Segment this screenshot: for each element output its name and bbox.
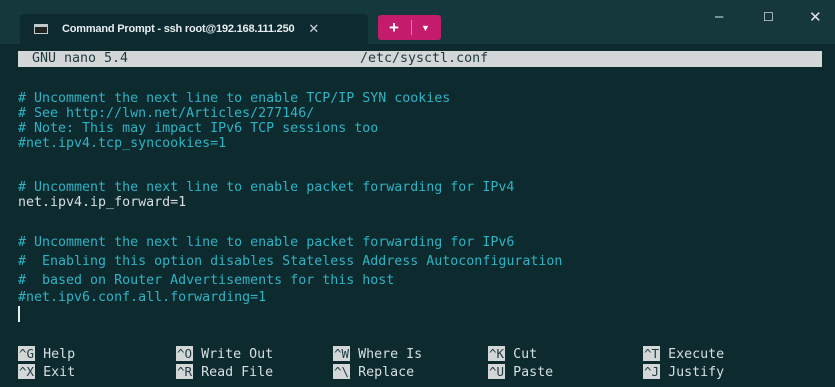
shortcut-replace[interactable]: ^\ Replace bbox=[333, 364, 414, 380]
shortcut-label: Cut bbox=[513, 347, 538, 362]
shortcut-label: Where Is bbox=[358, 347, 423, 362]
new-tab-divider bbox=[410, 20, 412, 35]
tab-title: Command Prompt - ssh root@192.168.111.25… bbox=[62, 23, 295, 35]
shortcut-label: Help bbox=[43, 347, 76, 362]
shortcut-write-out[interactable]: ^O Write Out bbox=[176, 346, 273, 362]
editor-line[interactable]: net.ipv4.ip_forward=1 bbox=[18, 195, 186, 210]
shortcut-key: ^U bbox=[488, 364, 506, 379]
shortcut-justify[interactable]: ^J Justify bbox=[643, 364, 724, 380]
tab-command-prompt[interactable]: Command Prompt - ssh root@192.168.111.25… bbox=[20, 14, 368, 44]
editor-line[interactable]: # Enabling this option disables Stateles… bbox=[18, 254, 562, 269]
title-bar: Command Prompt - ssh root@192.168.111.25… bbox=[0, 0, 835, 44]
text-cursor bbox=[18, 306, 20, 322]
terminal-content[interactable]: GNU nano 5.4 /etc/sysctl.conf # Uncommen… bbox=[0, 44, 835, 387]
shortcut-read-file[interactable]: ^R Read File bbox=[176, 364, 273, 380]
editor-line[interactable]: # Note: This may impact IPv6 TCP session… bbox=[18, 121, 378, 136]
shortcut-label: Justify bbox=[668, 365, 725, 380]
new-tab-button[interactable]: + ▼ bbox=[378, 15, 441, 40]
shortcut-key: ^X bbox=[18, 364, 36, 379]
shortcut-key: ^R bbox=[176, 364, 194, 379]
shortcut-execute[interactable]: ^T Execute bbox=[643, 346, 724, 362]
shortcut-key: ^O bbox=[176, 346, 194, 361]
shortcut-label: Paste bbox=[513, 365, 554, 380]
shortcut-label: Exit bbox=[43, 365, 76, 380]
terminal-icon bbox=[34, 24, 48, 34]
shortcut-label: Write Out bbox=[201, 347, 274, 362]
shortcut-key: ^T bbox=[643, 346, 661, 361]
tab-close-icon[interactable]: ✕ bbox=[308, 21, 319, 37]
editor-line[interactable]: # Uncomment the next line to enable pack… bbox=[18, 235, 514, 250]
plus-icon[interactable]: + bbox=[389, 18, 399, 38]
shortcut-label: Replace bbox=[358, 365, 415, 380]
maximize-button[interactable]: ☐ bbox=[763, 10, 774, 24]
chevron-down-icon[interactable]: ▼ bbox=[421, 23, 430, 33]
editor-line[interactable]: #net.ipv4.tcp_syncookies=1 bbox=[18, 136, 226, 151]
editor-line[interactable]: # Uncomment the next line to enable TCP/… bbox=[18, 91, 450, 106]
shortcut-label: Execute bbox=[668, 347, 725, 362]
terminal-window: Command Prompt - ssh root@192.168.111.25… bbox=[0, 0, 835, 387]
editor-line[interactable]: # based on Router Advertisements for thi… bbox=[18, 273, 394, 288]
shortcut-key: ^G bbox=[18, 346, 36, 361]
shortcut-key: ^W bbox=[333, 346, 351, 361]
editor-line[interactable]: # See http://lwn.net/Articles/277146/ bbox=[18, 106, 314, 121]
editor-line[interactable]: # Uncomment the next line to enable pack… bbox=[18, 180, 514, 195]
shortcut-cut[interactable]: ^K Cut bbox=[488, 346, 537, 362]
nano-version: GNU nano 5.4 bbox=[32, 51, 129, 66]
shortcut-key: ^\ bbox=[333, 364, 351, 379]
nano-header-bar: GNU nano 5.4 /etc/sysctl.conf bbox=[18, 51, 822, 67]
shortcut-help[interactable]: ^G Help bbox=[18, 346, 75, 362]
shortcut-paste[interactable]: ^U Paste bbox=[488, 364, 553, 380]
shortcut-label: Read File bbox=[201, 365, 274, 380]
editor-line[interactable]: #net.ipv6.conf.all.forwarding=1 bbox=[18, 290, 266, 305]
nano-filename: /etc/sysctl.conf bbox=[360, 51, 489, 66]
shortcut-key: ^K bbox=[488, 346, 506, 361]
shortcut-where-is[interactable]: ^W Where Is bbox=[333, 346, 422, 362]
close-window-button[interactable]: ✕ bbox=[809, 8, 822, 26]
shortcut-key: ^J bbox=[643, 364, 661, 379]
minimize-button[interactable]: – bbox=[715, 8, 723, 25]
shortcut-exit[interactable]: ^X Exit bbox=[18, 364, 75, 380]
